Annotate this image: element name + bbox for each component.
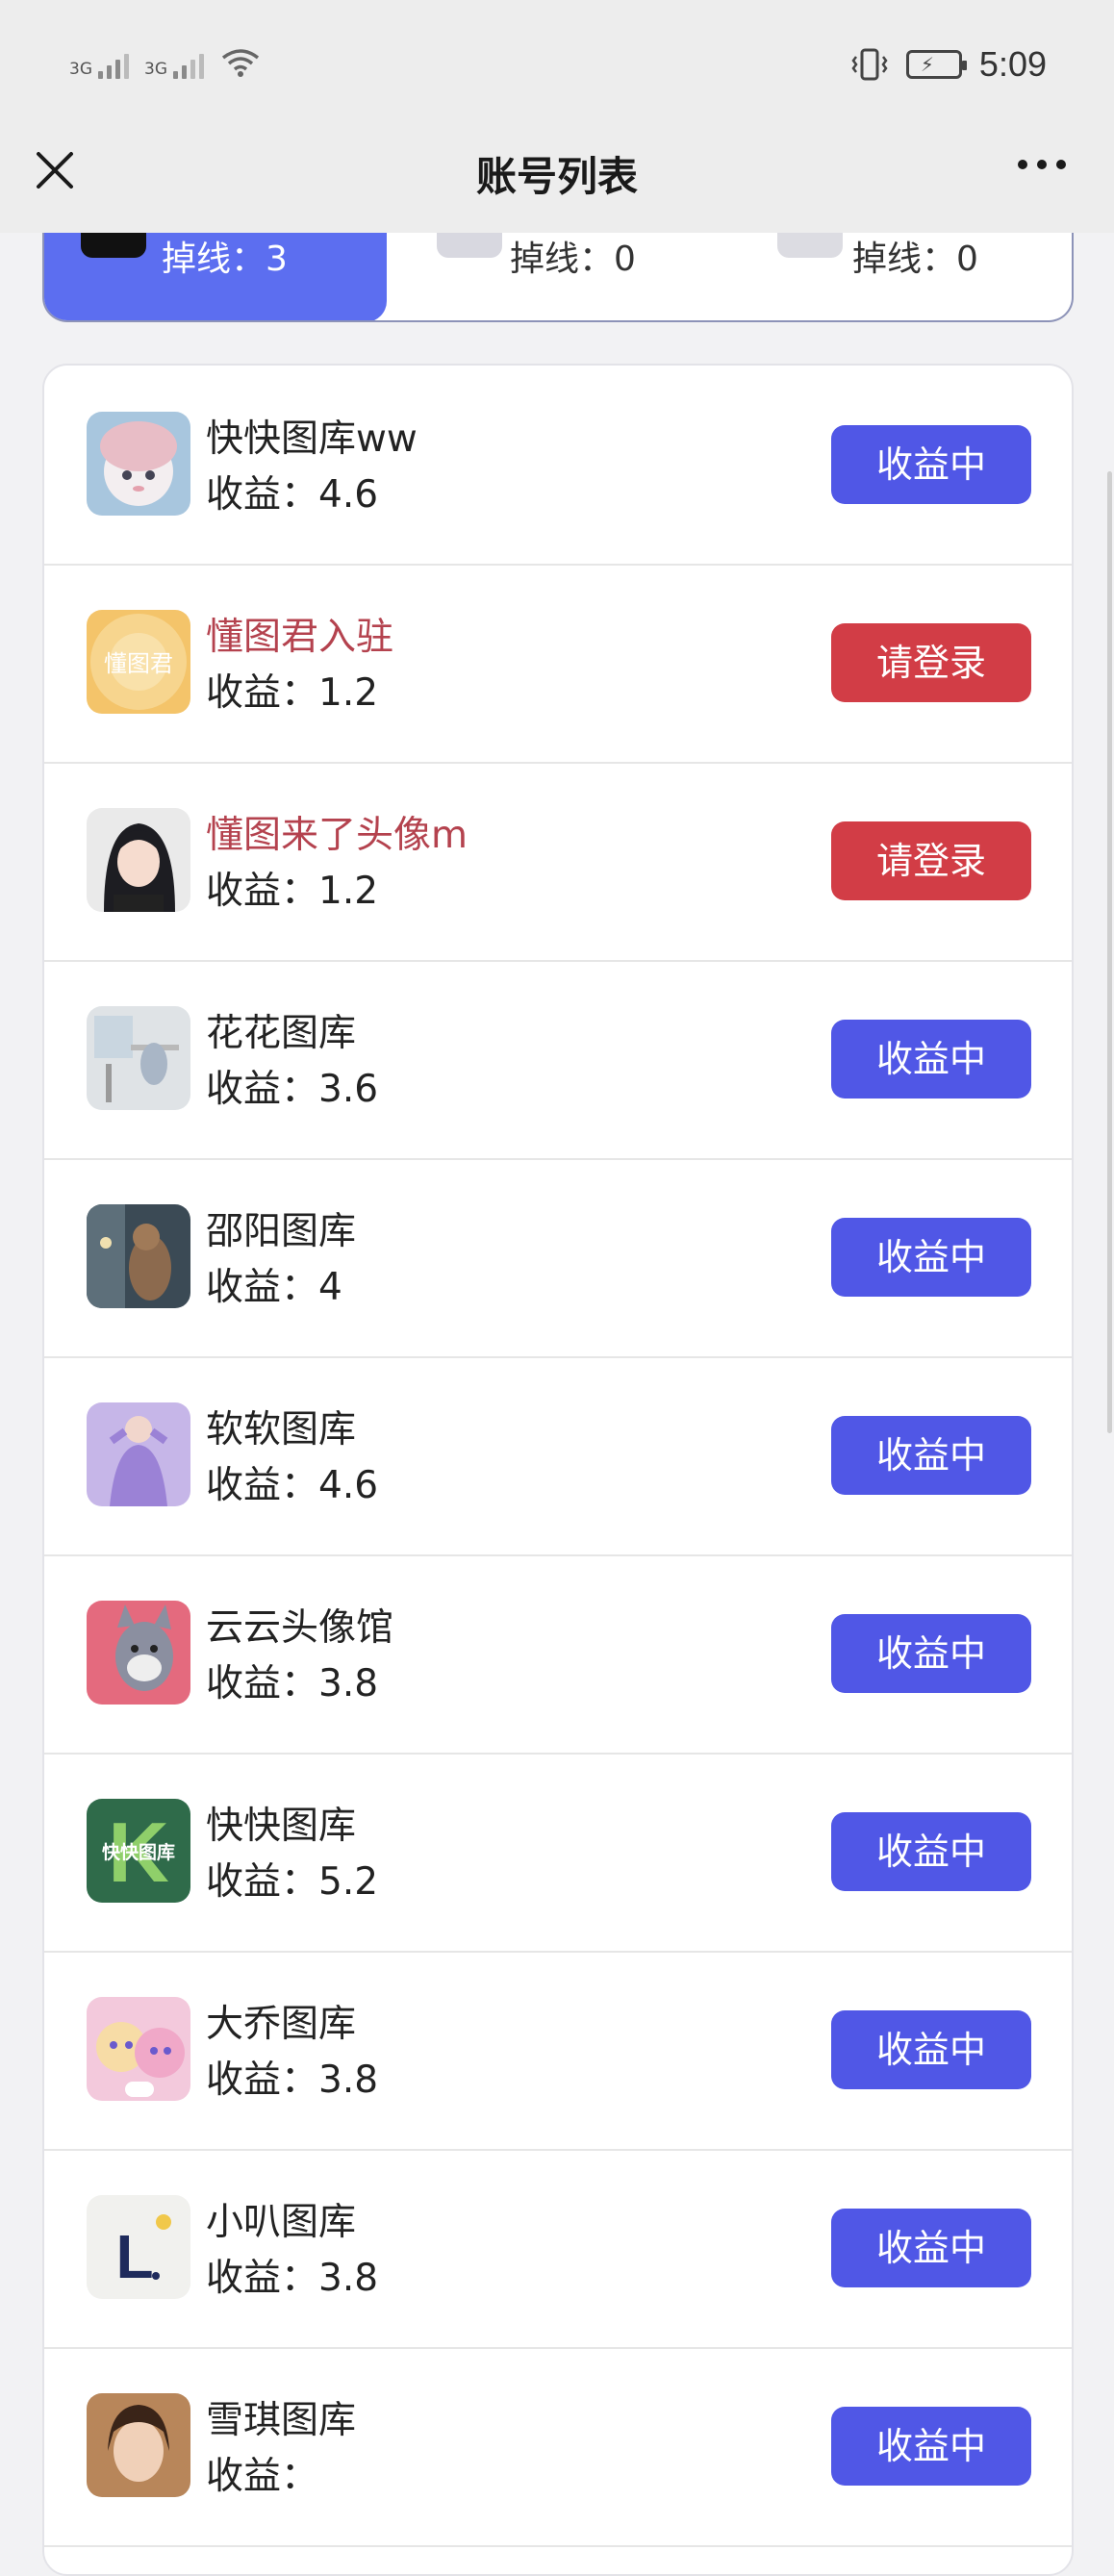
vibrate-icon [851,48,888,81]
account-income: 收益：1.2 [206,671,379,715]
list-item: 懂图来了头像m 收益：1.2 请登录 [44,762,1072,962]
status-time: 5:09 [978,44,1047,84]
list-item: L 小叭图库 收益：3.8 收益中 [44,2149,1072,2349]
earning-button[interactable]: 收益中 [831,2407,1031,2486]
login-button[interactable]: 请登录 [831,623,1031,702]
avatar [87,1601,190,1705]
nav-bar: 账号列表 [0,135,1114,233]
avatar [87,1204,190,1308]
account-list: 快快图库ww 收益：4.6 收益中 懂图君 懂图君入驻 收益：1.2 请登录 懂… [42,364,1074,2576]
account-income: 收益：3.8 [206,2257,379,2300]
account-name: 雪琪图库 [206,2399,357,2442]
tab-offline-count: 掉线：0 [510,240,636,279]
page-title: 账号列表 [475,153,638,200]
sim2-label: 3G [144,60,167,79]
account-income: 收益：5.2 [206,1860,379,1904]
account-income: 收益：4.6 [206,1464,379,1507]
list-item: 雪琪图库 收益： 收益中 [44,2347,1072,2547]
status-right: ⚡ 5:09 [850,44,1047,85]
avatar [87,412,190,516]
earning-button[interactable]: 收益中 [831,2010,1031,2089]
earning-button[interactable]: 收益中 [831,1020,1031,1099]
account-income: 收益： [206,2455,319,2498]
list-item: 大乔图库 收益：3.8 收益中 [44,1951,1072,2151]
account-name: 快快图库ww [206,417,418,461]
account-income: 收益：3.6 [206,1068,379,1111]
avatar [87,1997,190,2101]
signal-icon: 3G [144,54,204,79]
account-income: 收益：1.2 [206,870,379,913]
account-name: 软软图库 [206,1408,357,1452]
list-item: 邵阳图库 收益：4 收益中 [44,1158,1072,1358]
avatar: 懂图君 [87,610,190,714]
more-icon[interactable] [1018,160,1066,169]
signal-group: 3G 3G [69,46,262,79]
avatar-logo-text: 快快图库 [102,1841,175,1863]
earning-button[interactable]: 收益中 [831,425,1031,504]
avatar [87,808,190,912]
list-item: 花花图库 收益：3.6 收益中 [44,960,1072,1160]
earning-button[interactable]: 收益中 [831,1812,1031,1891]
avatar: L [87,2195,190,2299]
avatar: K 快快图库 [87,1799,190,1903]
account-income: 收益：4.6 [206,473,379,517]
avatar [87,1402,190,1506]
account-income: 收益：3.8 [206,2058,379,2102]
sim1-label: 3G [69,60,92,79]
account-income: 收益：4 [206,1266,342,1309]
scrollbar[interactable] [1107,471,1112,1433]
status-bar: 3G 3G ⚡ 5:09 [0,0,1114,135]
list-item: K 快快图库 快快图库 收益：5.2 收益中 [44,1753,1072,1953]
earning-button[interactable]: 收益中 [831,1218,1031,1297]
list-item: 快快图库ww 收益：4.6 收益中 [44,366,1072,566]
avatar [87,2393,190,2497]
account-name: 懂图来了头像m [206,814,468,857]
wifi-icon [221,49,260,77]
account-name: 懂图君入驻 [206,616,394,659]
list-item: 云云头像馆 收益：3.8 收益中 [44,1554,1072,1755]
account-name: 邵阳图库 [206,1210,357,1253]
avatar [87,1006,190,1110]
account-name: 大乔图库 [206,2003,357,2046]
earning-button[interactable]: 收益中 [831,1614,1031,1693]
avatar-logo-text: 懂图君 [104,650,173,677]
battery-charging-icon: ⚡ [905,50,967,79]
login-button[interactable]: 请登录 [831,821,1031,900]
list-item: 软软图库 收益：4.6 收益中 [44,1356,1072,1556]
account-name: 小叭图库 [206,2201,357,2244]
earning-button[interactable]: 收益中 [831,1416,1031,1495]
account-name: 快快图库 [206,1805,357,1848]
account-income: 收益：3.8 [206,1662,379,1705]
tab-offline-count: 掉线：0 [852,240,978,279]
signal-icon: 3G [69,54,129,79]
earning-button[interactable]: 收益中 [831,2209,1031,2287]
avatar-logo-text: L [115,2222,153,2291]
account-name: 云云头像馆 [206,1606,394,1650]
account-name: 花花图库 [206,1012,357,1055]
list-item: 懂图君 懂图君入驻 收益：1.2 请登录 [44,564,1072,764]
tab-offline-count: 掉线：3 [162,240,288,279]
